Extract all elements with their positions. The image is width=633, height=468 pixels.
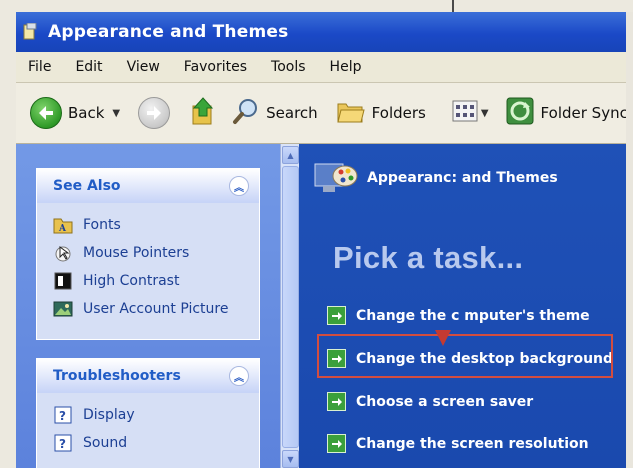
back-label: Back — [68, 104, 105, 122]
link-sound[interactable]: ? Sound — [53, 429, 259, 457]
back-dropdown-icon[interactable]: ▼ — [112, 108, 120, 119]
link-label: User Account Picture — [83, 301, 229, 317]
menu-bar: File Edit View Favorites Tools Help — [16, 52, 626, 83]
green-arrow-icon — [327, 392, 346, 411]
scroll-down-icon[interactable]: ▼ — [282, 450, 299, 468]
green-arrow-icon — [327, 434, 346, 453]
folders-icon — [336, 98, 366, 128]
search-button[interactable]: Search — [232, 91, 318, 135]
views-dropdown-icon[interactable]: ▼ — [481, 108, 489, 119]
control-panel-icon — [22, 23, 40, 41]
toolbar: Back ▼ Search Folders ▼ Folder Sync — [16, 83, 626, 144]
up-folder-button[interactable] — [190, 91, 216, 135]
collapse-chevron-icon[interactable]: ︽ — [229, 176, 249, 196]
see-also-title: See Also — [53, 178, 121, 194]
search-icon — [232, 97, 260, 129]
menu-help[interactable]: Help — [316, 59, 372, 75]
up-folder-icon — [190, 96, 216, 130]
folder-sync-button[interactable]: Folder Sync — [505, 91, 626, 135]
task-change-screen-resolution[interactable]: Change the screen resolution — [327, 434, 589, 453]
svg-text:A: A — [58, 224, 67, 234]
photo-edge-top — [0, 0, 633, 12]
help-icon: ? — [53, 433, 73, 453]
svg-text:?: ? — [59, 409, 66, 423]
troubleshooters-header[interactable]: Troubleshooters ︽ — [37, 359, 259, 393]
appearance-themes-icon — [313, 158, 359, 198]
link-fonts[interactable]: A Fonts — [53, 211, 259, 239]
pick-a-task-title: Pick a task... — [333, 240, 524, 275]
collapse-chevron-icon[interactable]: ︽ — [229, 366, 249, 386]
link-label: Mouse Pointers — [83, 245, 190, 261]
link-label: Display — [83, 407, 135, 423]
task-content: Appearanc: and Themes Pick a task... Cha… — [299, 144, 626, 468]
photo-edge-left — [0, 0, 16, 468]
link-mouse-pointers[interactable]: Mouse Pointers — [53, 239, 259, 267]
user-picture-icon — [53, 299, 73, 319]
task-label: Choose a screen saver — [356, 393, 534, 410]
forward-arrow-icon — [138, 97, 171, 129]
task-sidebar: See Also ︽ A Fonts Mouse Pointers High C… — [16, 144, 280, 468]
link-high-contrast[interactable]: High Contrast — [53, 267, 259, 295]
task-choose-screen-saver[interactable]: Choose a screen saver — [327, 392, 533, 411]
folder-sync-label: Folder Sync — [540, 104, 626, 122]
see-also-header[interactable]: See Also ︽ — [37, 169, 259, 203]
title-bar[interactable]: Appearance and Themes — [16, 12, 626, 52]
explorer-window: Appearance and Themes File Edit View Fav… — [16, 12, 626, 468]
green-arrow-icon — [327, 306, 346, 325]
link-label: Fonts — [83, 217, 121, 233]
task-label: Change the screen resolution — [356, 435, 589, 452]
troubleshooters-title: Troubleshooters — [53, 368, 181, 384]
content-heading: Appearanc: and Themes — [367, 170, 558, 186]
views-icon — [452, 100, 478, 126]
menu-tools[interactable]: Tools — [257, 59, 316, 75]
folders-label: Folders — [371, 104, 426, 122]
window-title: Appearance and Themes — [48, 22, 289, 42]
back-button[interactable]: Back ▼ — [30, 91, 120, 135]
link-label: High Contrast — [83, 273, 180, 289]
sidebar-scrollbar[interactable]: ▲ ▼ — [280, 144, 299, 468]
link-label: Sound — [83, 435, 128, 451]
forward-button[interactable] — [138, 91, 171, 135]
high-contrast-icon — [53, 271, 73, 291]
help-icon: ? — [53, 405, 73, 425]
menu-file[interactable]: File — [16, 59, 61, 75]
search-label: Search — [266, 104, 318, 122]
views-button[interactable]: ▼ — [452, 91, 489, 135]
link-display[interactable]: ? Display — [53, 401, 259, 429]
pointer-marker-icon — [435, 330, 451, 346]
fonts-folder-icon: A — [53, 215, 73, 235]
see-also-panel: See Also ︽ A Fonts Mouse Pointers High C… — [36, 168, 260, 340]
menu-favorites[interactable]: Favorites — [170, 59, 257, 75]
folders-button[interactable]: Folders — [336, 91, 426, 135]
menu-view[interactable]: View — [113, 59, 170, 75]
back-arrow-icon — [30, 97, 62, 129]
scrollbar-thumb[interactable] — [282, 166, 299, 448]
link-user-account-picture[interactable]: User Account Picture — [53, 295, 259, 323]
task-label: Change the c mputer's theme — [356, 307, 590, 324]
svg-text:?: ? — [59, 437, 66, 451]
scroll-up-icon[interactable]: ▲ — [282, 146, 299, 164]
highlight-box — [317, 334, 613, 378]
mouse-pointer-icon — [53, 243, 73, 263]
troubleshooters-panel: Troubleshooters ︽ ? Display ? Sound — [36, 358, 260, 468]
task-change-theme[interactable]: Change the c mputer's theme — [327, 306, 590, 325]
folder-sync-icon — [505, 96, 535, 130]
menu-edit[interactable]: Edit — [61, 59, 112, 75]
